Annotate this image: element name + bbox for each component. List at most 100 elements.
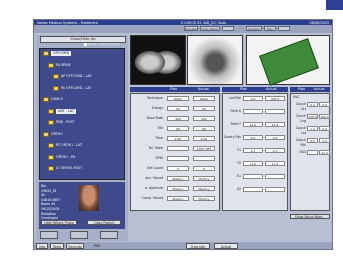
mini-button-1[interactable] [40,231,58,239]
plan-value[interactable]: 0 [167,166,189,171]
tree-item[interactable]: PDB - POST [56,120,75,125]
param-label: Energy [151,106,163,110]
patient-info-panel: Bio 29843_81 ID: 04845.4667 Room #1 09/15/200… [39,182,125,229]
plan-value[interactable]: 9.7 [243,148,263,153]
toolbar-button-6[interactable] [278,26,290,31]
actual-value[interactable] [265,187,285,192]
plan-value[interactable]: 24.2 [243,122,263,127]
actual-value[interactable]: 91.3 [319,150,330,155]
portal-image-lat[interactable] [187,35,243,85]
patient-photo [79,185,99,211]
tab-tools[interactable]: Tools [50,243,64,249]
plan-value[interactable]: 2.00 [167,136,189,141]
actual-value[interactable]: Static [193,96,215,101]
right-table-header: Plan Actual [290,87,330,92]
isolation-button[interactable]: Isolation [246,26,262,31]
tree-item[interactable]: AP OFFCORD - LAT [61,74,92,79]
plan-value[interactable] [307,150,318,155]
actual-value[interactable]: 0.0 [319,138,330,143]
actual-value[interactable]: 106.9 [319,114,330,119]
plan-value[interactable]: 106.9 [307,114,318,119]
actual-value[interactable] [193,156,215,161]
actual-value[interactable]: 13.2 [265,161,285,166]
top-right-banner [326,0,343,10]
mini-button-3[interactable] [100,231,118,239]
actual-value[interactable]: 24.2 [265,122,285,127]
actual-value[interactable]: 0 [193,166,215,171]
actual-value[interactable]: Mallory [193,186,215,191]
mini-button-2[interactable] [70,231,88,239]
show-common-checkbox[interactable] [84,42,87,46]
tab-info[interactable]: Info [36,243,48,249]
actual-value[interactable] [265,174,285,179]
plan-value[interactable]: 13.2 [243,161,263,166]
plan-value[interactable] [167,146,189,151]
actual-value[interactable]: Mallory [193,196,215,201]
tree-item[interactable]: LUNG E [51,97,63,102]
gantry-view[interactable] [246,35,330,86]
param-label: X1 [236,174,241,178]
actual-value[interactable]: 0.2 [319,126,330,131]
tree-item[interactable]: PA SPINE [56,63,71,68]
plan-value[interactable]: Mallory [167,186,189,191]
plan-value[interactable] [243,109,263,114]
actual-value[interactable]: 0.0 [265,135,285,140]
actual-value[interactable]: 90 [193,126,215,131]
plan-value[interactable]: 90 [167,126,189,131]
param-label: Couch Lat [296,126,306,135]
hide-patient-photo-button[interactable]: Hide Patient Photo [41,220,77,225]
plan-value[interactable]: Mallory [167,196,189,201]
actual-value[interactable]: Mallory [193,176,215,181]
beam-params-table: Technique Static Static Energy 6X 6X Dose Rate… [130,93,220,211]
preview-button[interactable]: Preview [184,26,198,31]
col-actual: Actual [198,87,209,91]
show-common-label: Show common mode [87,42,120,46]
actual-value[interactable]: 9.2 [319,102,330,107]
actual-value[interactable]: 300 [193,116,215,121]
override-button[interactable]: Override [186,243,210,249]
tree-item[interactable]: OFFCORD [51,51,72,56]
show-common-row: Show common mode [38,42,126,47]
plan-value[interactable]: 1.2 [307,126,318,131]
actual-button[interactable]: Actual [214,243,238,249]
actual-value[interactable]: 9.7 [265,148,285,153]
tab-records[interactable]: Records [66,243,84,249]
plan-value[interactable] [243,174,263,179]
auto-setup-button[interactable]: Auto Setup [200,26,220,31]
tree-item[interactable]: RT ORTHO - LAT [56,143,82,148]
plan-value[interactable]: 0.0 [243,135,263,140]
param-label: Couch Rtn [296,138,306,147]
actual-value[interactable]: 325.0 [265,96,285,101]
plan-value[interactable]: 0.0 [243,96,263,101]
actual-value[interactable] [265,109,285,114]
actual-value[interactable]: 1005 TBT [193,146,215,151]
tree-item[interactable]: ORTHO [51,132,63,137]
plan-value[interactable]: Static [167,96,189,101]
param-label: Coll Rtn [228,96,241,100]
actual-value[interactable]: 2.00 [193,136,215,141]
tree-item[interactable]: ORTHO - PA [56,155,75,160]
portal-image-ap[interactable] [130,35,186,85]
param-label: MU [157,126,163,130]
plan-value[interactable]: 0.0 [307,138,318,143]
plan-value[interactable]: 6X [167,106,189,111]
tree-item[interactable]: PA OFFCORD - LAT [61,86,91,91]
plan-button[interactable]: Plan [264,26,276,31]
tree-item[interactable]: LT ORTHO-POST [56,166,82,171]
toolbar-button-3[interactable] [222,26,234,31]
param-label: Y1 [237,148,241,152]
plan-value[interactable]: 300 [167,116,189,121]
plan-value[interactable]: Mallory [167,176,189,181]
param-label: Acc. Mount [145,176,163,180]
param-label: X2 [236,187,241,191]
actual-value[interactable]: 6X [193,106,215,111]
plan-value[interactable] [167,156,189,161]
param-label: Dose Rate [146,116,163,120]
tree-item[interactable]: ANT - LAT [56,108,76,114]
plan-value[interactable] [243,187,263,192]
folder-icon [48,120,54,125]
plan-value[interactable]: 5.2 [307,102,318,107]
show-setup-note-button[interactable]: Show Setup Note... [290,214,330,219]
folder-icon [53,85,59,91]
close-patient-button[interactable]: Close Patient [87,220,121,225]
